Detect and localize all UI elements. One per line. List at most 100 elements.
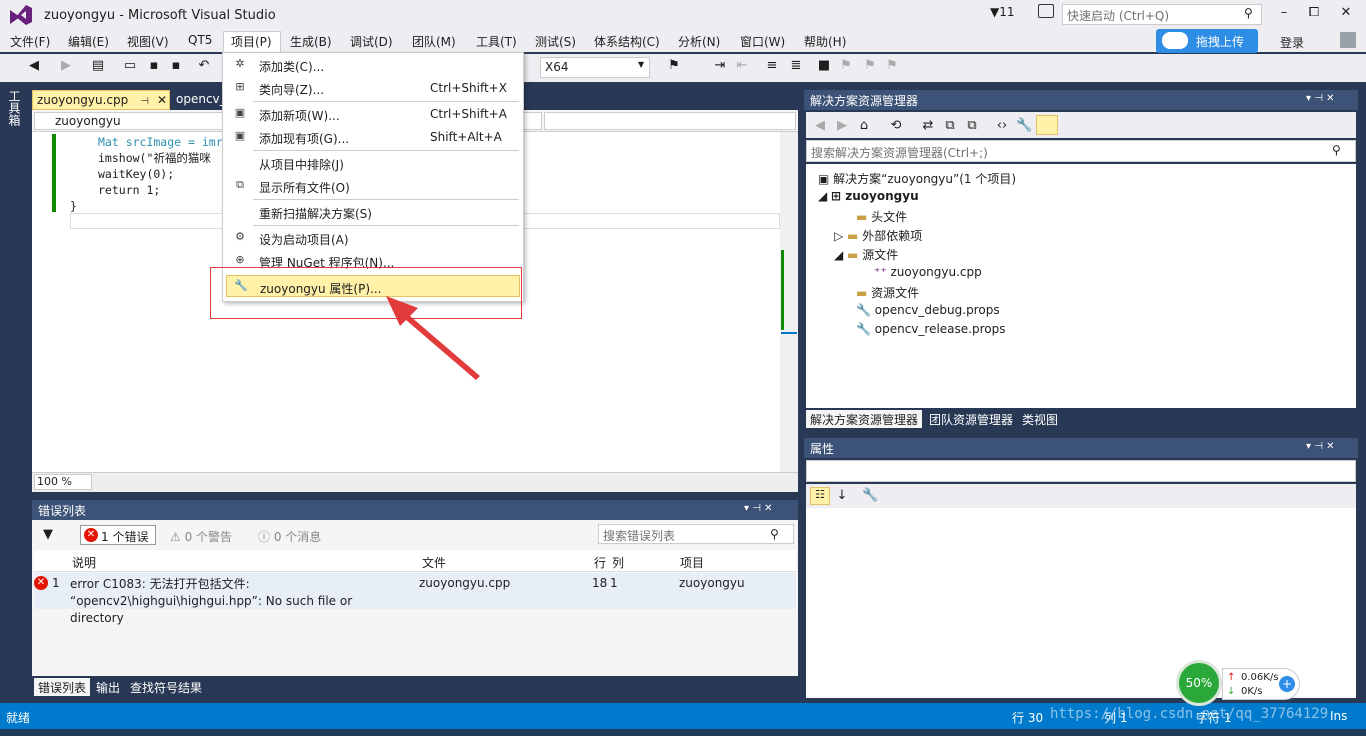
comment-icon[interactable]: ≡: [764, 58, 780, 74]
history-icon[interactable]: ⟲: [888, 118, 904, 134]
toolbox-tab[interactable]: 工具箱: [7, 90, 23, 126]
bookmark-icon[interactable]: ■: [816, 58, 832, 74]
forward-icon[interactable]: ▶: [834, 118, 850, 134]
alphabetical-icon[interactable]: ↓: [834, 488, 850, 504]
save-icon[interactable]: ▪: [146, 58, 162, 74]
menu-item-add-class[interactable]: ✲ 添加类(C)...: [226, 54, 520, 76]
collapse-all-icon[interactable]: ⧉: [942, 118, 958, 134]
tab-output[interactable]: 输出: [92, 678, 124, 696]
undo-icon[interactable]: ↶: [196, 58, 212, 74]
window-options-icon[interactable]: ▾ ⊣ ✕: [1306, 441, 1334, 452]
save-all-icon[interactable]: ▪: [168, 58, 184, 74]
platform-select[interactable]: X64: [540, 57, 650, 78]
tree-folder-resources[interactable]: ▬ 资源文件: [856, 284, 919, 301]
sync-icon[interactable]: ⇄: [920, 118, 936, 134]
menu-team[interactable]: 团队(M): [412, 33, 456, 50]
tree-file-debug-props[interactable]: 🔧 opencv_debug.props: [856, 303, 1000, 317]
expand-icon[interactable]: ◢: [818, 189, 831, 203]
expand-icon[interactable]: ▷: [834, 229, 847, 243]
menu-item-add-new-item[interactable]: ▣ 添加新项(W)... Ctrl+Shift+A: [226, 103, 520, 125]
forward-icon[interactable]: ▶: [58, 58, 74, 74]
member-scope-dropdown[interactable]: [544, 112, 796, 130]
window-options-icon[interactable]: ▾ ⊣ ✕: [1306, 93, 1334, 104]
tree-external-dependencies[interactable]: ▷ ▬ 外部依赖项: [834, 227, 922, 244]
quick-launch-input[interactable]: 快速启动 (Ctrl+Q): [1062, 4, 1262, 25]
error-search-input[interactable]: 搜索错误列表: [598, 524, 794, 544]
tab-find-symbol-results[interactable]: 查找符号结果: [126, 678, 206, 696]
menu-analyze[interactable]: 分析(N): [678, 33, 720, 50]
next-bookmark-icon[interactable]: ⚑: [862, 58, 878, 74]
feedback-icon[interactable]: [1038, 4, 1054, 18]
menu-view[interactable]: 视图(V): [127, 33, 169, 50]
messages-filter-button[interactable]: ⓘ 0 个消息: [258, 528, 321, 545]
window-options-icon[interactable]: ▾ ⊣ ✕: [744, 503, 772, 514]
menu-item-exclude-from-project[interactable]: 从项目中排除(J): [226, 152, 520, 174]
notification-filter-badge[interactable]: ▼11: [990, 5, 1015, 19]
menu-help[interactable]: 帮助(H): [804, 33, 846, 50]
column-description[interactable]: 说明: [72, 554, 96, 571]
tree-file-cpp[interactable]: ⁺⁺ zuoyongyu.cpp: [874, 265, 982, 279]
menu-item-add-existing-item[interactable]: ▣ 添加现有项(G)... Shift+Alt+A: [226, 126, 520, 148]
menu-item-show-all-files[interactable]: ⧉ 显示所有文件(O): [226, 175, 520, 197]
pin-icon[interactable]: ⊣: [140, 96, 149, 107]
close-icon[interactable]: ✕: [157, 93, 167, 107]
tree-project[interactable]: ◢ ⊞ zuoyongyu: [818, 189, 919, 203]
menu-build[interactable]: 生成(B): [290, 33, 332, 50]
preview-toggle-icon[interactable]: [1036, 115, 1058, 135]
tree-folder-headers[interactable]: ▬ 头文件: [856, 208, 907, 225]
categorized-icon[interactable]: ☷: [810, 487, 830, 505]
menu-item-class-wizard[interactable]: ⊞ 类向导(Z)... Ctrl+Shift+X: [226, 77, 520, 99]
menu-edit[interactable]: 编辑(E): [68, 33, 109, 50]
menu-window[interactable]: 窗口(W): [740, 33, 785, 50]
avatar[interactable]: [1340, 32, 1356, 48]
back-icon[interactable]: ◀: [812, 118, 828, 134]
menu-item-set-startup-project[interactable]: ⚙ 设为启动项目(A): [226, 227, 520, 249]
menu-project[interactable]: 项目(P): [231, 33, 272, 50]
new-project-icon[interactable]: ▤: [90, 58, 106, 74]
indent-icon[interactable]: ⇥: [712, 58, 728, 74]
property-pages-icon[interactable]: 🔧: [862, 488, 878, 504]
menu-qt5[interactable]: QT5: [188, 33, 212, 47]
home-icon[interactable]: ⌂: [856, 118, 872, 134]
menu-item-rescan-solution[interactable]: 重新扫描解决方案(S): [226, 201, 520, 223]
menu-test[interactable]: 测试(S): [535, 33, 576, 50]
filter-icon[interactable]: ▼: [40, 527, 56, 543]
tab-zuoyongyu-cpp[interactable]: zuoyongyu.cpp ⊣ ✕: [32, 90, 170, 110]
uncomment-icon[interactable]: ≣: [788, 58, 804, 74]
clear-bookmarks-icon[interactable]: ⚑: [884, 58, 900, 74]
close-button[interactable]: ✕: [1332, 2, 1360, 24]
tab-team-explorer[interactable]: 团队资源管理器: [925, 410, 1017, 428]
collapse-icon[interactable]: ◢: [834, 248, 847, 262]
menu-tools[interactable]: 工具(T): [476, 33, 517, 50]
menu-debug[interactable]: 调试(D): [350, 33, 393, 50]
column-project[interactable]: 项目: [680, 554, 704, 571]
show-all-files-icon[interactable]: ⧉: [964, 118, 980, 134]
menu-architecture[interactable]: 体系结构(C): [594, 33, 660, 50]
properties-object-select[interactable]: [806, 460, 1356, 482]
find-icon[interactable]: ⚑: [666, 58, 682, 74]
column-line[interactable]: 行: [594, 554, 606, 571]
maximize-button[interactable]: ⧠: [1300, 2, 1328, 24]
editor-horizontal-scrollbar[interactable]: [32, 472, 798, 492]
back-icon[interactable]: ◀: [26, 58, 42, 74]
plus-icon[interactable]: +: [1279, 676, 1295, 692]
column-file[interactable]: 文件: [422, 554, 446, 571]
outdent-icon[interactable]: ⇤: [734, 58, 750, 74]
project-scope-dropdown[interactable]: zuoyongyu: [34, 112, 224, 130]
menu-file[interactable]: 文件(F): [10, 33, 50, 50]
solution-search-input[interactable]: 搜索解决方案资源管理器(Ctrl+;): [806, 140, 1356, 162]
network-speed-panel[interactable]: ↑ 0.06K/s ↓ 0K/s +: [1222, 668, 1300, 700]
warnings-filter-button[interactable]: ⚠ 0 个警告: [170, 528, 232, 545]
tree-folder-sources[interactable]: ◢ ▬ 源文件: [834, 246, 898, 263]
memory-usage-gauge[interactable]: 50%: [1176, 660, 1222, 706]
column-col[interactable]: 列: [612, 554, 624, 571]
login-link[interactable]: 登录: [1280, 34, 1304, 51]
tab-class-view[interactable]: 类视图: [1018, 410, 1062, 428]
zoom-select[interactable]: 100 %: [34, 474, 92, 490]
properties-icon[interactable]: 🔧: [1016, 118, 1032, 134]
minimize-button[interactable]: –: [1270, 2, 1298, 24]
open-file-icon[interactable]: ▭: [122, 58, 138, 74]
prev-bookmark-icon[interactable]: ⚑: [838, 58, 854, 74]
tab-error-list[interactable]: 错误列表: [34, 678, 91, 696]
tree-solution[interactable]: ▣ 解决方案“zuoyongyu”(1 个项目): [818, 170, 1016, 187]
